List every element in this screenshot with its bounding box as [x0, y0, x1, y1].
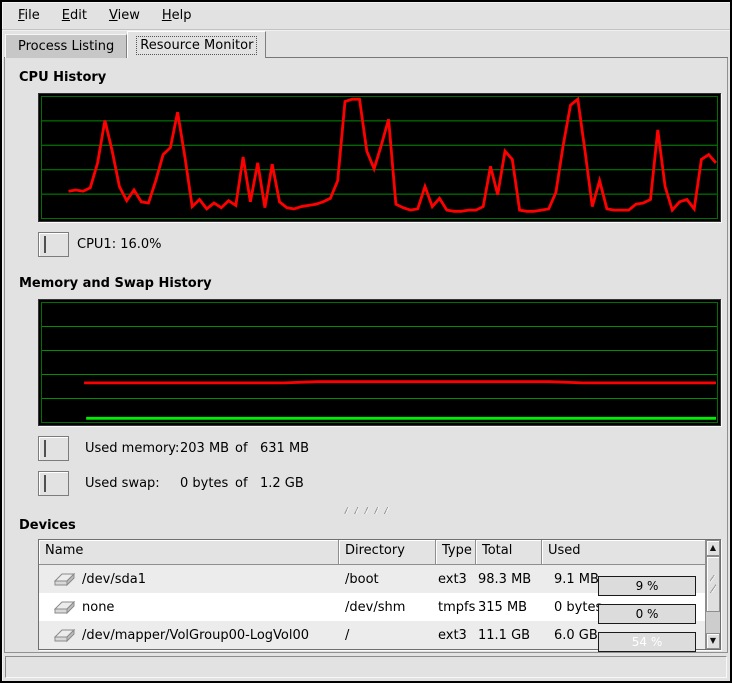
vertical-scrollbar[interactable]: ▲ ▼: [705, 540, 720, 649]
usage-progressbar: 0 %: [598, 604, 696, 624]
used-swap-total: 1.2 GB: [260, 476, 713, 491]
usage-percent-label: 9 %: [599, 577, 695, 595]
scrollbar-trough[interactable]: [706, 612, 720, 633]
cpu-history-chart: [40, 95, 719, 220]
used-swap-legend: Used swap: 0 bytes of 1.2 GB: [38, 471, 713, 496]
device-used: 9.1 MB: [554, 572, 599, 587]
menubar: File Edit View Help: [2, 2, 730, 30]
scrollbar-thumb[interactable]: [706, 556, 720, 612]
menu-edit[interactable]: Edit: [52, 5, 97, 26]
used-swap-of: of: [235, 476, 260, 491]
tab-process-listing[interactable]: Process Listing: [5, 34, 127, 58]
column-header-name[interactable]: Name: [39, 540, 339, 565]
memory-color-swatch: [44, 440, 46, 457]
statusbar: [5, 656, 727, 678]
up-arrow-icon: ▲: [710, 544, 716, 552]
device-name: /dev/mapper/VolGroup00-LogVol00: [82, 628, 309, 643]
paned-resize-grip[interactable]: [343, 504, 389, 516]
devices-title: Devices: [19, 518, 713, 533]
device-type: tmpfs: [436, 600, 476, 615]
used-swap-value: 0 bytes: [180, 476, 235, 491]
menu-view[interactable]: View: [99, 5, 150, 26]
device-used: 0 bytes: [554, 600, 602, 615]
tab-label: Resource Monitor: [136, 36, 257, 55]
usage-progressbar: 54 %: [598, 632, 696, 652]
device-total: 11.1 GB: [476, 628, 542, 643]
cpu-history-title: CPU History: [19, 70, 713, 85]
column-header-total[interactable]: Total: [476, 540, 542, 565]
cpu-history-graph: [38, 93, 721, 222]
device-type: ext3: [436, 572, 476, 587]
devices-table: Name Directory Type Total Used /dev/sda1: [38, 539, 721, 650]
used-memory-label: Used memory:: [85, 441, 180, 456]
hard-disk-icon: [54, 572, 76, 587]
used-memory-value: 203 MB: [180, 441, 235, 456]
memory-swap-chart: [40, 301, 719, 424]
usage-progressbar: 9 %: [598, 576, 696, 596]
scroll-down-button[interactable]: ▼: [706, 633, 720, 649]
cpu-legend-label: CPU1: 16.0%: [77, 237, 713, 252]
system-monitor-window: File Edit View Help Process Listing Reso…: [0, 0, 732, 683]
memory-history-title: Memory and Swap History: [19, 276, 713, 291]
device-name: /dev/sda1: [82, 572, 146, 587]
hard-disk-icon: [54, 600, 76, 615]
used-memory-of: of: [235, 441, 260, 456]
down-arrow-icon: ▼: [710, 637, 716, 645]
device-directory: /dev/shm: [339, 600, 436, 615]
device-directory: /: [339, 628, 436, 643]
scroll-up-button[interactable]: ▲: [706, 540, 720, 556]
device-name: none: [82, 600, 114, 615]
column-header-used[interactable]: Used: [542, 540, 705, 565]
menu-help[interactable]: Help: [152, 5, 202, 26]
table-row[interactable]: /dev/sda1 /boot ext3 98.3 MB 9.1 MB 9 %: [39, 565, 705, 593]
table-row[interactable]: none /dev/shm tmpfs 315 MB 0 bytes 0 %: [39, 593, 705, 621]
memory-color-swatch-button[interactable]: [38, 436, 69, 461]
cpu-color-swatch: [44, 236, 46, 253]
device-total: 98.3 MB: [476, 572, 542, 587]
cpu-legend: CPU1: 16.0%: [38, 232, 713, 257]
tab-label: Process Listing: [14, 37, 118, 56]
swap-color-swatch: [44, 475, 46, 492]
hard-disk-icon: [54, 628, 76, 643]
column-header-type[interactable]: Type: [436, 540, 476, 565]
usage-percent-label: 54 %: [599, 633, 695, 651]
device-used: 6.0 GB: [554, 628, 598, 643]
memory-swap-graph: [38, 299, 721, 426]
used-memory-legend: Used memory: 203 MB of 631 MB: [38, 436, 713, 461]
table-row[interactable]: /dev/mapper/VolGroup00-LogVol00 / ext3 1…: [39, 621, 705, 649]
device-total: 315 MB: [476, 600, 542, 615]
resource-monitor-page: CPU History CPU1: 16.0% Memory and Swap …: [4, 58, 728, 653]
device-directory: /boot: [339, 572, 436, 587]
usage-percent-label: 0 %: [599, 605, 695, 623]
used-memory-total: 631 MB: [260, 441, 713, 456]
column-header-directory[interactable]: Directory: [339, 540, 436, 565]
device-type: ext3: [436, 628, 476, 643]
devices-table-header: Name Directory Type Total Used: [39, 540, 705, 565]
cpu-color-swatch-button[interactable]: [38, 232, 69, 257]
tab-bar: Process Listing Resource Monitor: [2, 30, 730, 58]
tab-resource-monitor[interactable]: Resource Monitor: [127, 31, 266, 58]
used-swap-label: Used swap:: [85, 476, 180, 491]
swap-color-swatch-button[interactable]: [38, 471, 69, 496]
menu-file[interactable]: File: [8, 5, 50, 26]
